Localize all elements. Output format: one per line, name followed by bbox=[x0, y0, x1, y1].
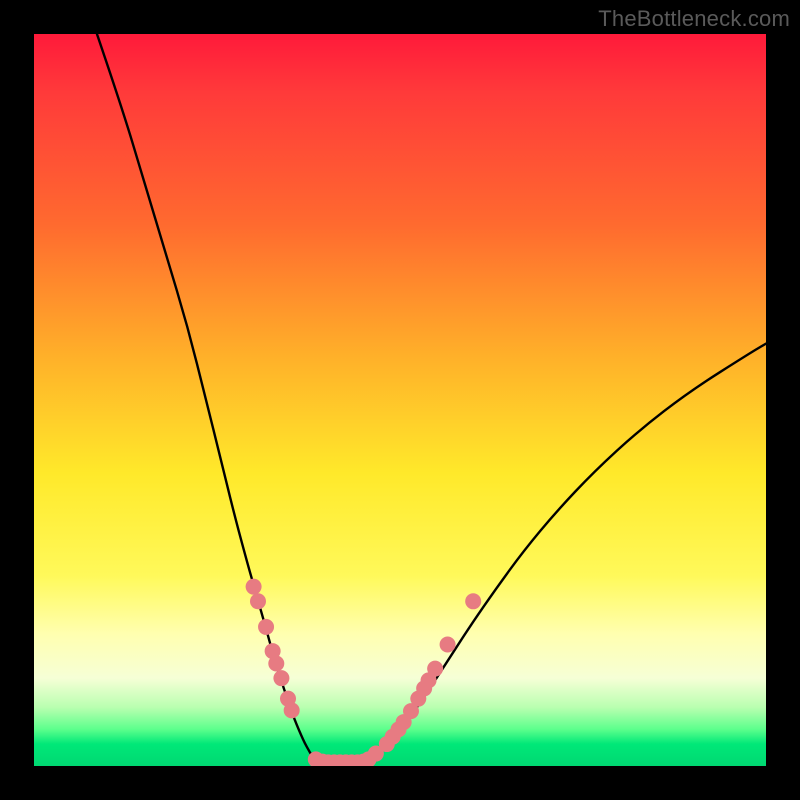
marker-dot bbox=[258, 619, 274, 635]
bottleneck-curve bbox=[97, 34, 766, 762]
marker-dot bbox=[465, 593, 481, 609]
marker-dot bbox=[268, 656, 284, 672]
watermark: TheBottleneck.com bbox=[598, 6, 790, 32]
marker-dot bbox=[273, 670, 289, 686]
marker-dot bbox=[440, 636, 456, 652]
plot-area bbox=[34, 34, 766, 766]
marker-dot bbox=[427, 661, 443, 677]
chart-svg bbox=[34, 34, 766, 766]
chart-frame: TheBottleneck.com bbox=[0, 0, 800, 800]
curve-lines bbox=[97, 34, 766, 762]
highlight-markers bbox=[246, 579, 482, 766]
marker-dot bbox=[250, 593, 266, 609]
marker-dot bbox=[246, 579, 262, 595]
marker-dot bbox=[284, 702, 300, 718]
